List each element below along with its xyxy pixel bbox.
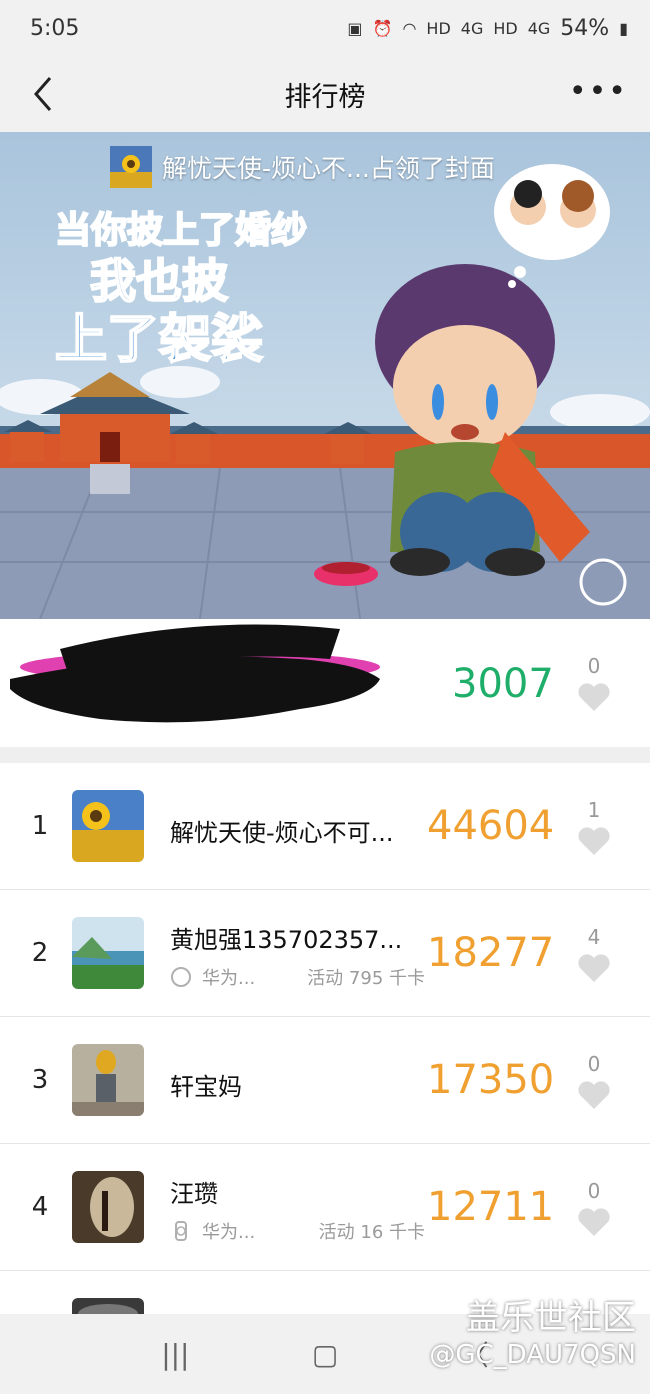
- avatar[interactable]: [72, 917, 144, 989]
- avatar[interactable]: [72, 1171, 144, 1243]
- recent-apps-icon[interactable]: |||: [161, 1338, 189, 1371]
- my-steps: 3007: [452, 661, 554, 707]
- device-name: 华为...: [202, 1222, 256, 1243]
- home-icon[interactable]: ▢: [312, 1338, 338, 1371]
- like-count: 1: [587, 798, 601, 822]
- cover-owner[interactable]: 解忧天使-烦心不...占领了封面: [110, 146, 495, 188]
- device-icon: [171, 967, 191, 987]
- status-icons: ▣ ⏰ ◠ HD 4G HD 4G 54% ▮: [347, 16, 628, 41]
- status-time: 5:05: [30, 15, 80, 41]
- wifi-icon: ◠: [402, 18, 417, 38]
- slogan-line-3: 上了袈裟: [55, 310, 263, 370]
- rank-subtitle: 华为... 活动 16 千卡: [170, 1218, 425, 1244]
- slogan-line-1: 当你披上了婚纱: [55, 210, 307, 251]
- like-count: 4: [587, 925, 601, 949]
- battery-text: 54%: [560, 15, 610, 41]
- heart-icon[interactable]: [577, 1207, 611, 1237]
- cover-illustration: 当你披上了婚纱 我也披 上了袈裟: [0, 132, 650, 619]
- heart-icon[interactable]: [577, 682, 611, 712]
- rank-number: 4: [31, 1192, 49, 1222]
- watermark-line-1: 盖乐世社区: [466, 1298, 636, 1338]
- chevron-left-icon[interactable]: [24, 72, 64, 116]
- my-rank-row[interactable]: 3007 0: [0, 619, 650, 747]
- hd-label: HD: [493, 18, 518, 38]
- rank-number: 2: [31, 938, 49, 968]
- rank-steps: 17350: [427, 1057, 555, 1103]
- section-divider: [0, 747, 650, 763]
- device-name: 华为...: [202, 968, 256, 989]
- watermark-line-2: @GC_DAU7QSN: [429, 1340, 636, 1370]
- rank-number: 1: [31, 811, 49, 841]
- like-count: 0: [587, 1179, 601, 1203]
- rank-row[interactable]: 1 解忧天使-烦心不可... 44604 1: [0, 763, 650, 890]
- heart-icon[interactable]: [577, 1080, 611, 1110]
- avatar[interactable]: [72, 1044, 144, 1116]
- my-like-count: 0: [587, 654, 601, 678]
- nfc-icon: ▣: [347, 18, 363, 38]
- rank-name: 黄旭强135702357...: [170, 926, 403, 954]
- like-count: 0: [587, 1052, 601, 1076]
- redaction-scribble: [10, 624, 380, 723]
- slogan-line-2: 我也披: [90, 254, 228, 308]
- avatar: [110, 146, 152, 188]
- more-horizontal-icon[interactable]: •••: [569, 74, 628, 109]
- page-title: 排行榜: [284, 81, 366, 113]
- rank-number: 3: [31, 1065, 49, 1095]
- rank-steps: 12711: [427, 1184, 555, 1230]
- rank-steps: 18277: [427, 930, 555, 976]
- rank-steps: 44604: [427, 803, 555, 849]
- heart-icon[interactable]: [577, 953, 611, 983]
- rank-name: 汪瓒: [170, 1180, 218, 1208]
- battery-icon: ▮: [619, 18, 628, 38]
- rank-subtitle: 华为... 活动 795 千卡: [170, 964, 425, 990]
- alarm-icon: ⏰: [372, 18, 393, 38]
- activity-calories: 活动 16 千卡: [318, 1222, 425, 1243]
- net-label: 4G: [460, 18, 484, 38]
- watch-icon: [175, 1221, 187, 1241]
- status-bar: 5:05 ▣ ⏰ ◠ HD 4G HD 4G 54% ▮: [0, 0, 650, 56]
- avatar[interactable]: [72, 1298, 144, 1314]
- cover-owner-text: 解忧天使-烦心不...占领了封面: [162, 154, 495, 183]
- rank-row[interactable]: 4 汪瓒 华为... 活动 16 千卡 12711 0: [0, 1144, 650, 1271]
- activity-calories: 活动 795 千卡: [307, 968, 425, 989]
- nav-bar: 排行榜 •••: [0, 56, 650, 132]
- rank-row[interactable]: 3 轩宝妈 17350 0: [0, 1017, 650, 1144]
- rank-name: 轩宝妈: [170, 1073, 242, 1101]
- rank-row[interactable]: 2 黄旭强135702357... 华为... 活动 795 千卡 18277 …: [0, 890, 650, 1017]
- cover-image[interactable]: 当你披上了婚纱 我也披 上了袈裟 解忧天使-烦心不...占领了封面: [0, 132, 650, 619]
- rank-name: 解忧天使-烦心不可...: [170, 819, 394, 847]
- heart-icon[interactable]: [577, 826, 611, 856]
- net-label: 4G: [527, 18, 551, 38]
- avatar[interactable]: [72, 790, 144, 862]
- hd-label: HD: [426, 18, 451, 38]
